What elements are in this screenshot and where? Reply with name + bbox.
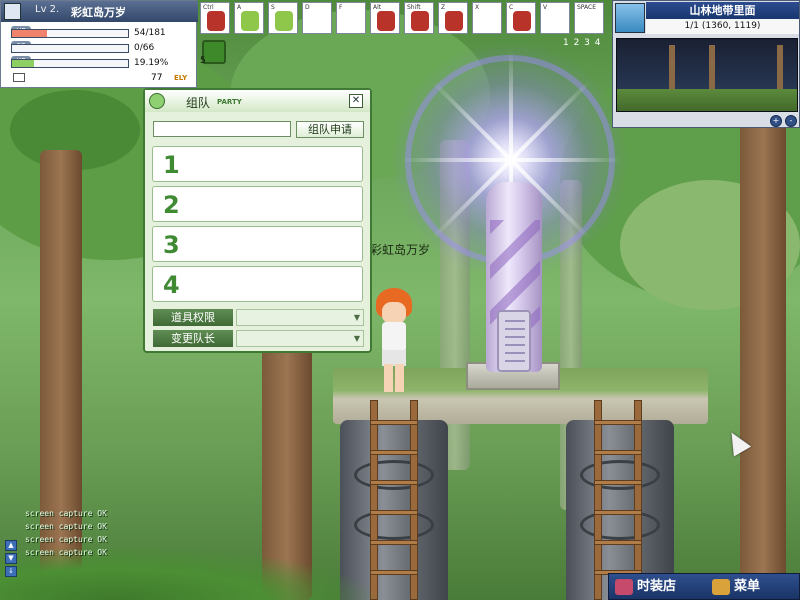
party-title: 组队 (186, 96, 211, 110)
skill-arm-icon (275, 11, 293, 31)
zoom-out-icon[interactable]: - (785, 115, 797, 127)
slot-number: 2 (163, 191, 180, 219)
hotkey-slot-s[interactable]: S (268, 2, 298, 34)
sp-value: 0/66 (134, 43, 155, 53)
hotkey-key-label: A (237, 4, 242, 11)
money-unit: ELY (174, 74, 188, 82)
sword-icon (411, 11, 429, 31)
hotkey-key-label: S (271, 4, 275, 11)
hotkey-slot-v[interactable]: V (540, 2, 570, 34)
ladder[interactable] (594, 400, 642, 600)
chat-line: screen capture OK (25, 548, 107, 557)
party-icon (149, 93, 165, 109)
tree-trunk (40, 150, 82, 600)
hotkey-key-label: V (543, 4, 548, 11)
menu-book-icon (712, 578, 730, 595)
change-leader-select[interactable]: ▼ (236, 330, 364, 347)
tree-trunk (740, 120, 786, 600)
party-slot-4[interactable]: 4 (152, 266, 363, 302)
running-icon (445, 11, 463, 31)
slot-number: 1 (163, 151, 180, 179)
map-coordinates: 1/1 (1360, 1119) (646, 19, 799, 34)
hotkey-slot-z[interactable]: Z (438, 2, 468, 34)
sword-icon (207, 11, 225, 31)
hotkey-key-label: SPACE (577, 4, 597, 11)
party-slot-3[interactable]: 3 (152, 226, 363, 262)
money-value: 77 (151, 73, 163, 83)
party-subtitle: PARTY (217, 98, 242, 106)
shop-icon (615, 578, 633, 595)
bottom-menu-bar: 时装店 菜单 (608, 573, 800, 600)
map-region-icon[interactable] (615, 3, 645, 33)
menu-label: 菜单 (734, 579, 761, 594)
hotkey-slot-space[interactable]: SPACE (574, 2, 604, 34)
party-search-input[interactable] (153, 121, 291, 137)
party-slot-2[interactable]: 2 (152, 186, 363, 222)
hotkey-page-numbers[interactable]: 1 2 3 4 (563, 38, 602, 48)
hp-value: 54/181 (134, 28, 166, 38)
hotkey-slot-alt[interactable]: Alt (370, 2, 400, 34)
chevron-down-icon: ▼ (353, 313, 360, 322)
chat-line: screen capture OK (25, 535, 107, 544)
sp-bar (11, 44, 129, 53)
hotkey-slot-d[interactable]: D (302, 2, 332, 34)
chat-scroll-down-icon[interactable]: ▼ (5, 553, 17, 564)
kick-icon (513, 11, 531, 31)
hotkey-bar: Ctrl A S D F Alt Shift Z X C V SPACE (200, 0, 608, 36)
hotkey-key-label: D (305, 4, 310, 11)
change-leader-label: 变更队长 (153, 330, 233, 347)
chat-scroll-up-icon[interactable]: ▲ (5, 540, 17, 551)
hotkey-key-label: Shift (407, 4, 421, 11)
player-character[interactable] (374, 288, 414, 398)
party-window: 组队 PARTY ✕ 组队申请 1 2 3 4 道具权限 ▼ 变更队长 ▼ (143, 88, 372, 353)
item-permission-select[interactable]: ▼ (236, 309, 364, 326)
character-face-icon (241, 11, 259, 31)
status-panel: Lv 2. 彩虹岛万岁 HP 54/181 SP 0/66 XP 19.19% … (0, 0, 198, 88)
hotkey-key-label: X (475, 4, 480, 11)
stone-tablet[interactable] (497, 310, 531, 372)
fashion-shop-button[interactable]: 时装店 (615, 577, 705, 597)
hotkey-slot-c[interactable]: C (506, 2, 536, 34)
class-sword-icon (4, 3, 21, 20)
map-name: 山林地带里面 (646, 2, 799, 19)
xp-bar (11, 59, 129, 68)
hotkey-slot-shift[interactable]: Shift (404, 2, 434, 34)
shop-label: 时装店 (637, 579, 677, 594)
level-label: Lv 2. (35, 4, 60, 15)
party-header[interactable]: 组队 PARTY ✕ (145, 90, 370, 112)
slot-number: 4 (163, 271, 180, 299)
zoom-in-icon[interactable]: + (770, 115, 782, 127)
mail-icon[interactable] (13, 73, 25, 82)
chevron-down-icon: ▼ (353, 334, 360, 343)
hotkey-key-label: C (509, 4, 514, 11)
minimap: 山林地带里面 1/1 (1360, 1119) + - (612, 0, 800, 128)
skill-level: 5 (200, 56, 206, 66)
menu-button[interactable]: 菜单 (712, 577, 796, 597)
player-name-tag: 彩虹岛万岁 (370, 243, 431, 257)
item-permission-label: 道具权限 (153, 309, 233, 326)
hotkey-key-label: Z (441, 4, 446, 11)
slot-number: 3 (163, 231, 180, 259)
close-icon[interactable]: ✕ (349, 94, 363, 108)
status-header: Lv 2. 彩虹岛万岁 (1, 1, 198, 22)
sword-icon (377, 11, 395, 31)
xp-value: 19.19% (134, 58, 169, 68)
minimap-view[interactable] (616, 38, 798, 112)
hotkey-key-label: Alt (373, 4, 382, 11)
hotkey-key-label: Ctrl (203, 4, 214, 11)
chat-line: screen capture OK (25, 522, 107, 531)
hotkey-slot-ctrl[interactable]: Ctrl (200, 2, 230, 34)
character-name: 彩虹岛万岁 (71, 6, 126, 19)
hotkey-slot-x[interactable]: X (472, 2, 502, 34)
party-apply-button[interactable]: 组队申请 (296, 121, 364, 138)
party-slot-1[interactable]: 1 (152, 146, 363, 182)
hp-bar (11, 29, 129, 38)
chat-line: screen capture OK (25, 509, 107, 518)
hotkey-key-label: F (339, 4, 343, 11)
hotkey-slot-f[interactable]: F (336, 2, 366, 34)
hotkey-slot-a[interactable]: A (234, 2, 264, 34)
chat-scroll-bottom-icon[interactable]: ↓ (5, 566, 17, 577)
